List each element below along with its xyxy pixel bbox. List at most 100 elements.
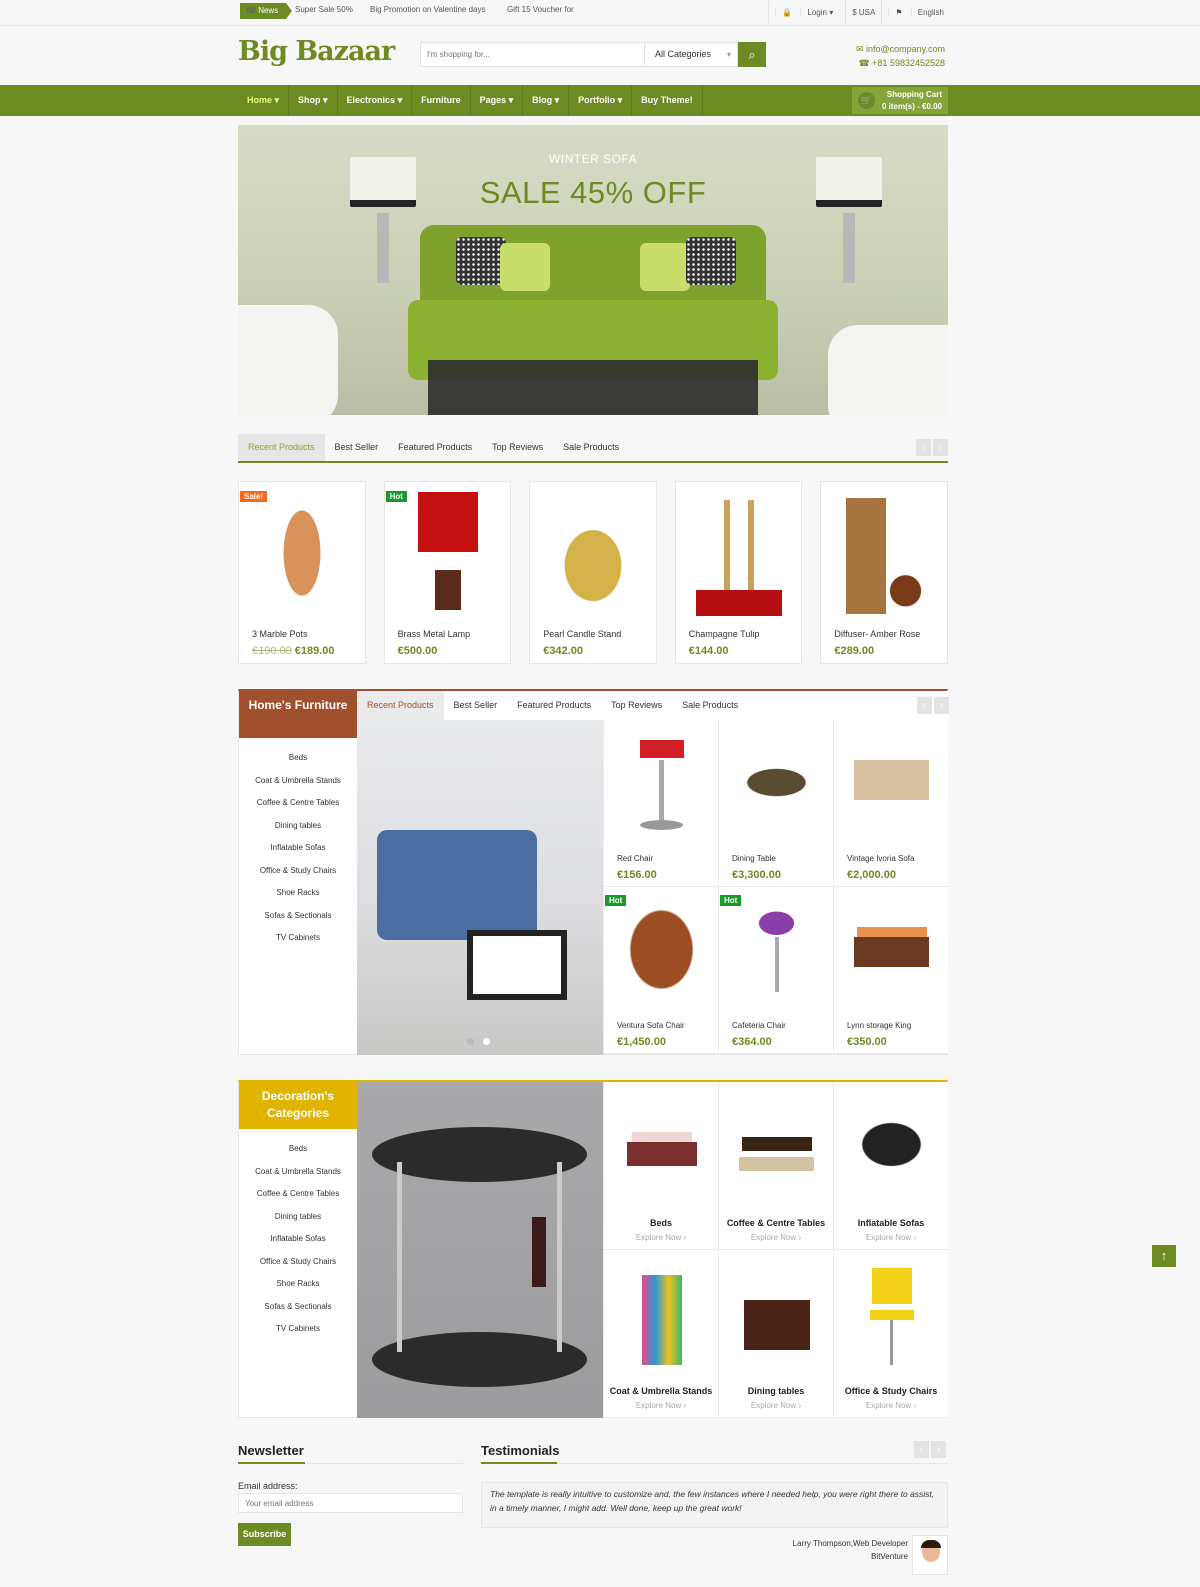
category-tile[interactable]: Dining tables Explore Now › — [718, 1250, 833, 1418]
product-name[interactable]: Pearl Candle Stand — [543, 629, 621, 639]
currency-selector[interactable]: $ USA — [845, 0, 881, 26]
prev-arrow-icon[interactable]: ‹ — [917, 697, 932, 714]
category-link[interactable]: Coffee & Centre Tables — [239, 1183, 357, 1206]
product-name[interactable]: Vintage Ivoria Sofa — [847, 854, 914, 863]
product-name[interactable]: 3 Marble Pots — [252, 629, 308, 639]
featured-banner-image[interactable] — [357, 1082, 603, 1418]
section-title: Home's Furniture — [239, 691, 357, 738]
ticker-item[interactable]: Super Sale 50% — [295, 5, 353, 14]
category-link[interactable]: Sofas & Sectionals — [239, 905, 357, 928]
tab-best-seller[interactable]: Best Seller — [325, 434, 389, 461]
category-link[interactable]: Office & Study Chairs — [239, 860, 357, 883]
category-select[interactable]: All Categories — [644, 42, 738, 67]
pillow-image — [640, 243, 690, 291]
nav-blog[interactable]: Blog ▾ — [523, 85, 570, 116]
nav-shop[interactable]: Shop ▾ — [289, 85, 338, 116]
language-selector[interactable]: ⚑ English — [881, 0, 956, 26]
product-card[interactable]: Champagne Tulip €144.00 — [674, 481, 803, 664]
tab-sale-products[interactable]: Sale Products — [553, 434, 629, 461]
product-card[interactable]: Hot Brass Metal Lamp €500.00 — [383, 481, 512, 664]
ticker-item[interactable]: Gift 15 Voucher for — [507, 5, 574, 14]
grid-product-card[interactable]: Vintage Ivoria Sofa €2,000.00 — [833, 720, 948, 887]
site-logo[interactable]: Big Bazaar — [238, 36, 395, 67]
slider-dot[interactable] — [483, 1038, 490, 1045]
grid-product-card[interactable]: Lynn storage King €350.00 — [833, 887, 948, 1054]
category-link[interactable]: Office & Study Chairs — [239, 1251, 357, 1274]
category-tile[interactable]: Coat & Umbrella Stands Explore Now › — [603, 1250, 718, 1418]
category-tile[interactable]: Beds Explore Now › — [603, 1082, 718, 1250]
scroll-to-top-button[interactable]: ↑ — [1152, 1245, 1176, 1267]
email-input[interactable] — [238, 1493, 463, 1513]
category-link[interactable]: Shoe Racks — [239, 882, 357, 905]
category-link[interactable]: Shoe Racks — [239, 1273, 357, 1296]
product-card[interactable]: Diffuser- Amber Rose €289.00 — [820, 481, 948, 664]
product-name[interactable]: Champagne Tulip — [689, 629, 760, 639]
explore-now-link[interactable]: Explore Now › — [604, 1233, 718, 1242]
tab-featured-products[interactable]: Featured Products — [388, 434, 482, 461]
product-name[interactable]: Brass Metal Lamp — [398, 629, 471, 639]
category-link[interactable]: Coffee & Centre Tables — [239, 792, 357, 815]
prev-arrow-icon[interactable]: ‹ — [914, 1441, 929, 1458]
category-link[interactable]: Inflatable Sofas — [239, 837, 357, 860]
product-name[interactable]: Red Chair — [617, 854, 653, 863]
search-input[interactable] — [420, 42, 644, 67]
category-link[interactable]: Coat & Umbrella Stands — [239, 770, 357, 793]
product-image — [854, 897, 929, 1002]
tab-recent-products[interactable]: Recent Products — [357, 691, 444, 720]
nav-furniture[interactable]: Furniture — [412, 85, 471, 116]
category-tile[interactable]: Coffee & Centre Tables Explore Now › — [718, 1082, 833, 1250]
category-link[interactable]: TV Cabinets — [239, 927, 357, 950]
grid-product-card[interactable]: Hot Ventura Sofa Chair €1,450.00 — [603, 887, 718, 1054]
category-link[interactable]: Inflatable Sofas — [239, 1228, 357, 1251]
contact-email[interactable]: info@company.com — [866, 44, 945, 54]
grid-product-card[interactable]: Dining Table €3,300.00 — [718, 720, 833, 887]
category-link[interactable]: Dining tables — [239, 815, 357, 838]
grid-product-card[interactable]: Red Chair €156.00 — [603, 720, 718, 887]
shopping-cart-button[interactable]: 🛒 Shopping Cart 0 item(s) - €0.00 — [852, 87, 948, 114]
category-link[interactable]: TV Cabinets — [239, 1318, 357, 1341]
explore-now-link[interactable]: Explore Now › — [834, 1233, 948, 1242]
nav-buy-theme[interactable]: Buy Theme! — [632, 85, 703, 116]
nav-portfolio[interactable]: Portfolio ▾ — [569, 85, 633, 116]
category-link[interactable]: Coat & Umbrella Stands — [239, 1161, 357, 1184]
product-name[interactable]: Diffuser- Amber Rose — [834, 629, 920, 639]
tab-top-reviews[interactable]: Top Reviews — [601, 691, 672, 720]
slider-dot[interactable] — [467, 1038, 474, 1045]
product-name[interactable]: Lynn storage King — [847, 1021, 911, 1030]
category-link[interactable]: Beds — [239, 747, 357, 770]
testimonials-title: Testimonials — [481, 1443, 560, 1458]
grid-product-card[interactable]: Hot Cafeteria Chair €364.00 — [718, 887, 833, 1054]
explore-now-link[interactable]: Explore Now › — [719, 1401, 833, 1410]
subscribe-button[interactable]: Subscribe — [238, 1523, 291, 1546]
product-card[interactable]: Pearl Candle Stand €342.00 — [529, 481, 657, 664]
product-name[interactable]: Ventura Sofa Chair — [617, 1021, 685, 1030]
explore-now-link[interactable]: Explore Now › — [604, 1401, 718, 1410]
tab-top-reviews[interactable]: Top Reviews — [482, 434, 553, 461]
explore-now-link[interactable]: Explore Now › — [719, 1233, 833, 1242]
next-arrow-icon[interactable]: › — [931, 1441, 946, 1458]
hero-banner[interactable]: WINTER SOFA SALE 45% OFF — [238, 125, 948, 415]
login-dropdown[interactable]: 🔒 Login ▾ — [768, 0, 845, 26]
tab-best-seller[interactable]: Best Seller — [444, 691, 508, 720]
nav-electronics[interactable]: Electronics ▾ — [338, 85, 413, 116]
product-name[interactable]: Dining Table — [732, 854, 776, 863]
tab-featured-products[interactable]: Featured Products — [507, 691, 601, 720]
nav-pages[interactable]: Pages ▾ — [471, 85, 524, 116]
nav-home[interactable]: Home ▾ — [238, 85, 290, 116]
tab-recent-products[interactable]: Recent Products — [238, 434, 325, 461]
featured-banner-image[interactable] — [357, 720, 603, 1055]
prev-arrow-icon[interactable]: ‹ — [916, 439, 931, 456]
category-tile[interactable]: Office & Study Chairs Explore Now › — [833, 1250, 948, 1418]
category-link[interactable]: Dining tables — [239, 1206, 357, 1229]
category-link[interactable]: Sofas & Sectionals — [239, 1296, 357, 1319]
category-link[interactable]: Beds — [239, 1138, 357, 1161]
search-button[interactable]: ⌕ — [738, 42, 766, 67]
category-tile[interactable]: Inflatable Sofas Explore Now › — [833, 1082, 948, 1250]
next-arrow-icon[interactable]: › — [933, 439, 948, 456]
explore-now-link[interactable]: Explore Now › — [834, 1401, 948, 1410]
tab-sale-products[interactable]: Sale Products — [672, 691, 748, 720]
next-arrow-icon[interactable]: › — [934, 697, 949, 714]
product-card[interactable]: Sale! 3 Marble Pots €190.00 €189.00 — [238, 481, 366, 664]
product-name[interactable]: Cafeteria Chair — [732, 1021, 786, 1030]
ticker-item[interactable]: Big Promotion on Valentine days — [370, 5, 485, 14]
